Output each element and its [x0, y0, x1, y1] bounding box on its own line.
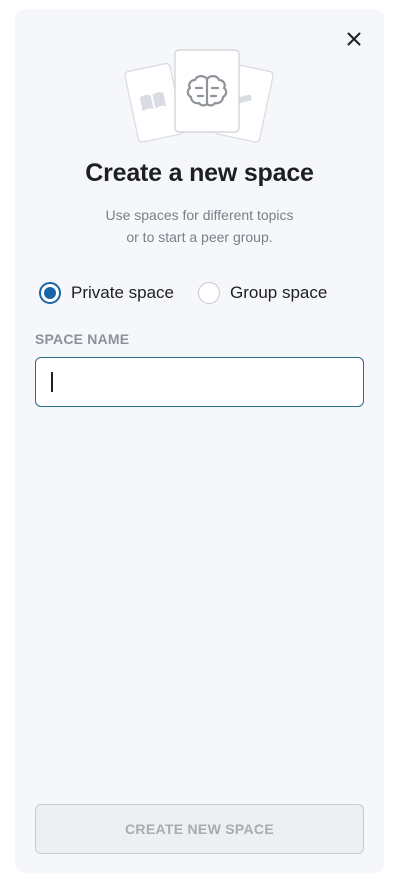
text-cursor	[51, 372, 53, 392]
group-space-label: Group space	[230, 283, 328, 302]
group-space-option[interactable]: Group space	[198, 282, 327, 304]
space-name-label: SPACE NAME	[35, 331, 130, 347]
close-icon	[347, 32, 361, 46]
close-button[interactable]	[344, 29, 364, 49]
private-space-radio[interactable]	[39, 282, 61, 304]
spaces-illustration	[124, 49, 274, 143]
modal-subtitle: Use spaces for different topics or to st…	[15, 204, 384, 248]
private-space-option[interactable]: Private space	[39, 282, 174, 304]
radio-selected-dot	[44, 287, 56, 299]
space-type-radio-group: Private space Group space	[39, 282, 327, 304]
space-name-input[interactable]	[35, 357, 364, 407]
private-space-label: Private space	[71, 283, 174, 302]
subtitle-line-1: Use spaces for different topics	[105, 207, 294, 223]
create-space-modal: Create a new space Use spaces for differ…	[15, 9, 384, 873]
subtitle-line-2: or to start a peer group.	[126, 229, 273, 245]
modal-title: Create a new space	[85, 159, 314, 187]
create-new-space-button[interactable]: CREATE NEW SPACE	[35, 804, 364, 854]
group-space-radio[interactable]	[198, 282, 220, 304]
